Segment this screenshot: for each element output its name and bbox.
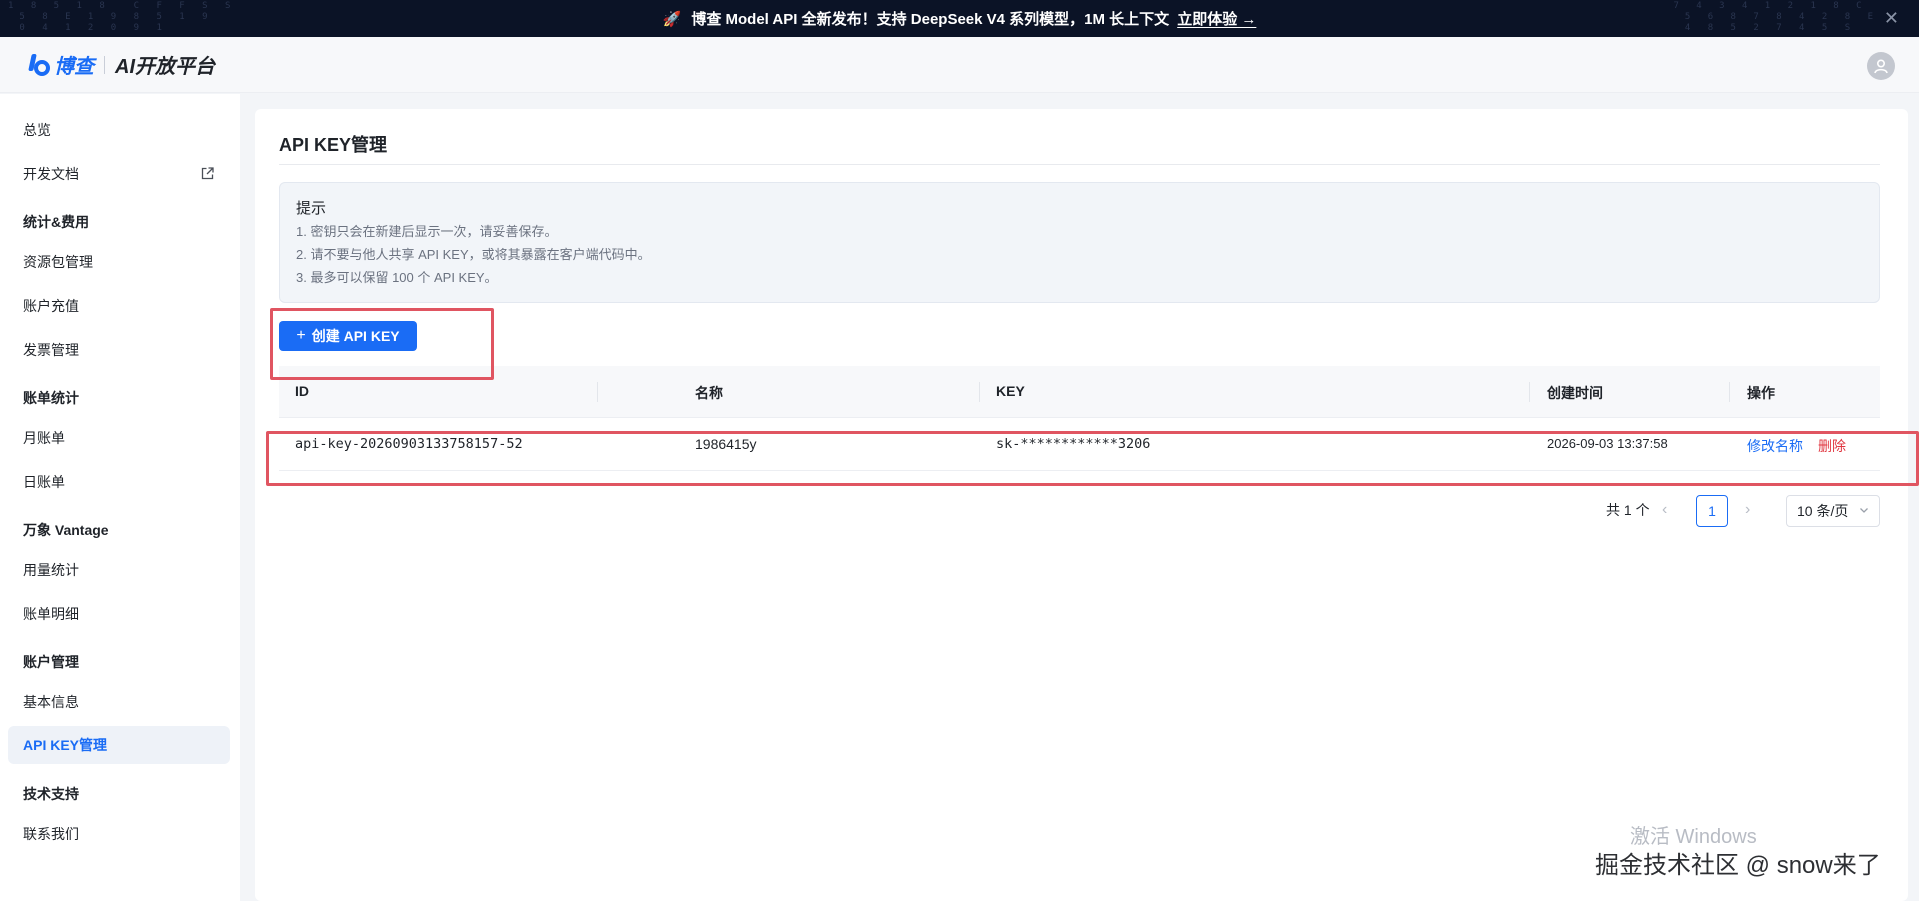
- sidebar-item-recharge[interactable]: 账户充值: [8, 287, 230, 325]
- sidebar-group-stats: 统计&费用: [23, 214, 90, 230]
- external-link-icon: [201, 167, 214, 180]
- sidebar-item-label: 账单明细: [23, 606, 79, 622]
- main-content-card: API KEY管理 提示 1. 密钥只会在新建后显示一次，请妥善保存。 2. 请…: [255, 109, 1908, 901]
- pagination-total: 共 1 个: [1606, 502, 1650, 518]
- sidebar-item-overview[interactable]: 总览: [8, 111, 230, 149]
- sidebar-item-api-key[interactable]: API KEY管理: [8, 726, 230, 764]
- column-divider: [979, 382, 980, 402]
- page-size-value: 10 条/页: [1797, 503, 1849, 519]
- sidebar-item-label: 发票管理: [23, 342, 79, 358]
- banner-text: 博查 Model API 全新发布！支持 DeepSeek V4 系列模型，1M…: [691, 11, 1170, 28]
- pagination-page-1[interactable]: 1: [1696, 495, 1728, 527]
- sidebar-item-docs[interactable]: 开发文档: [8, 155, 230, 193]
- banner-decoration-right: 7 4 3 4 1 2 1 8 C 5 6 8 7 8 4 2 8 E 4 8 …: [1673, 1, 1879, 33]
- announcement-banner: 1 8 5 1 8 C F F S S 5 8 E 1 9 8 5 1 9 0 …: [0, 0, 1919, 37]
- sidebar-item-label: 用量统计: [23, 562, 79, 578]
- rocket-icon: 🚀: [662, 10, 682, 28]
- tip-title: 提示: [296, 200, 327, 217]
- highlight-box-create-button: [270, 308, 494, 380]
- juejin-credit-watermark: 掘金技术社区 @ snow来了: [1595, 852, 1881, 879]
- column-header-actions: 操作: [1747, 385, 1775, 401]
- page-size-select[interactable]: 10 条/页: [1786, 495, 1880, 527]
- sidebar-group-support: 技术支持: [23, 786, 79, 802]
- sidebar-item-bill-details[interactable]: 账单明细: [8, 595, 230, 633]
- sidebar-item-resource-packs[interactable]: 资源包管理: [8, 243, 230, 281]
- sidebar-group-bills: 账单统计: [23, 390, 79, 406]
- sidebar-item-label: 基本信息: [23, 694, 79, 710]
- pagination-next-icon[interactable]: ›: [1745, 501, 1750, 519]
- chevron-down-icon: [1860, 508, 1868, 513]
- sidebar: 总览 开发文档 统计&费用 资源包管理 账户充值 发票管理 账单统计 月账单 日…: [0, 94, 240, 901]
- tip-line: 2. 请不要与他人共享 API KEY，或将其暴露在客户端代码中。: [296, 247, 651, 262]
- sidebar-item-label: API KEY管理: [23, 737, 108, 753]
- sidebar-group-account: 账户管理: [23, 654, 79, 670]
- page-title: API KEY管理: [279, 135, 388, 155]
- sidebar-item-monthly-bill[interactable]: 月账单: [8, 419, 230, 457]
- sidebar-group-vantage: 万象 Vantage: [23, 522, 109, 538]
- sidebar-item-label: 日账单: [23, 474, 65, 490]
- banner-decoration-left: 1 8 5 1 8 C F F S S 5 8 E 1 9 8 5 1 9 0 …: [8, 1, 237, 33]
- bocha-logo-icon: [28, 53, 52, 77]
- column-header-id: ID: [295, 383, 309, 399]
- banner-cta-link[interactable]: 立即体验 →: [1177, 8, 1256, 29]
- sidebar-item-label: 总览: [23, 122, 51, 138]
- column-divider: [1529, 382, 1530, 402]
- column-divider: [1729, 382, 1730, 402]
- user-icon: [1874, 59, 1888, 74]
- close-icon[interactable]: ✕: [1884, 8, 1899, 29]
- column-header-key: KEY: [996, 383, 1025, 399]
- column-divider: [597, 382, 598, 402]
- sidebar-item-daily-bill[interactable]: 日账单: [8, 463, 230, 501]
- column-header-created: 创建时间: [1547, 385, 1603, 401]
- sidebar-item-basic-info[interactable]: 基本信息: [8, 683, 230, 721]
- sidebar-item-label: 账户充值: [23, 298, 79, 314]
- table-header: ID 名称 KEY 创建时间 操作: [279, 366, 1880, 418]
- sidebar-item-label: 联系我们: [23, 826, 79, 842]
- highlight-box-key-row: [266, 431, 1919, 486]
- sidebar-item-contact[interactable]: 联系我们: [8, 815, 230, 853]
- sidebar-item-label: 开发文档: [23, 166, 79, 182]
- pagination-prev-icon[interactable]: ‹: [1662, 501, 1667, 519]
- logo-divider: [104, 55, 105, 74]
- sidebar-item-usage[interactable]: 用量统计: [8, 551, 230, 589]
- column-header-name: 名称: [695, 385, 723, 401]
- logo[interactable]: 博查 AI开放平台: [28, 50, 215, 79]
- tip-box: 提示 1. 密钥只会在新建后显示一次，请妥善保存。 2. 请不要与他人共享 AP…: [279, 182, 1880, 303]
- tip-line: 1. 密钥只会在新建后显示一次，请妥善保存。: [296, 224, 558, 239]
- sidebar-item-label: 资源包管理: [23, 254, 93, 270]
- sidebar-item-label: 月账单: [23, 430, 65, 446]
- title-divider: [279, 164, 1880, 165]
- logo-brand: 博查: [54, 56, 94, 78]
- platform-title: AI开放平台: [115, 56, 215, 78]
- user-avatar[interactable]: [1867, 52, 1895, 80]
- sidebar-item-invoices[interactable]: 发票管理: [8, 331, 230, 369]
- top-header: 博查 AI开放平台: [0, 37, 1919, 93]
- tip-line: 3. 最多可以保留 100 个 API KEY。: [296, 270, 498, 285]
